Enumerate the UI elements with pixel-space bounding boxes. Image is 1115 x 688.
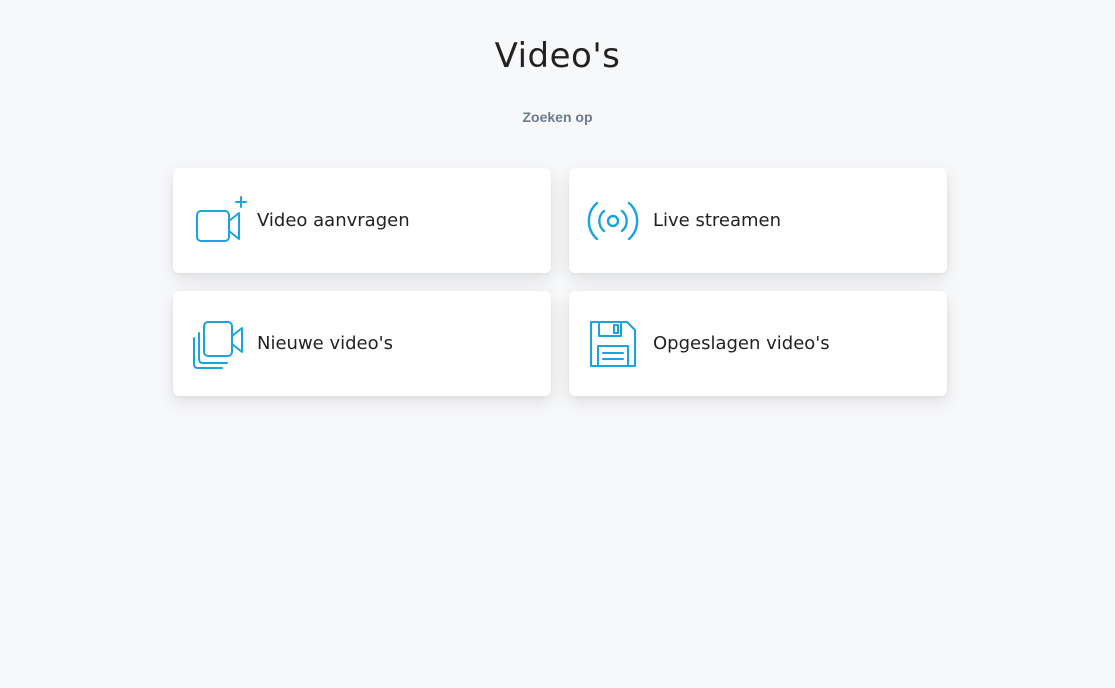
request-video-label: Video aanvragen: [257, 210, 410, 231]
page-title: Video's: [494, 36, 621, 76]
saved-videos-card[interactable]: Opgeslagen video's: [569, 291, 947, 396]
new-videos-card[interactable]: Nieuwe video's: [173, 291, 551, 396]
video-options-grid: Video aanvragen Live streamen Nieuwe vid…: [173, 168, 947, 396]
request-video-card[interactable]: Video aanvragen: [173, 168, 551, 273]
video-camera-plus-icon: [185, 193, 249, 249]
search-link[interactable]: Zoeken op: [0, 109, 1115, 125]
floppy-disk-icon: [581, 316, 645, 372]
live-stream-card[interactable]: Live streamen: [569, 168, 947, 273]
videos-page: Video's Zoeken op Video aanvragen Live s…: [0, 0, 1115, 688]
new-videos-label: Nieuwe video's: [257, 333, 393, 354]
stacked-video-camera-icon: [185, 316, 249, 372]
saved-videos-label: Opgeslagen video's: [653, 333, 830, 354]
live-stream-label: Live streamen: [653, 210, 782, 231]
broadcast-icon: [581, 193, 645, 249]
